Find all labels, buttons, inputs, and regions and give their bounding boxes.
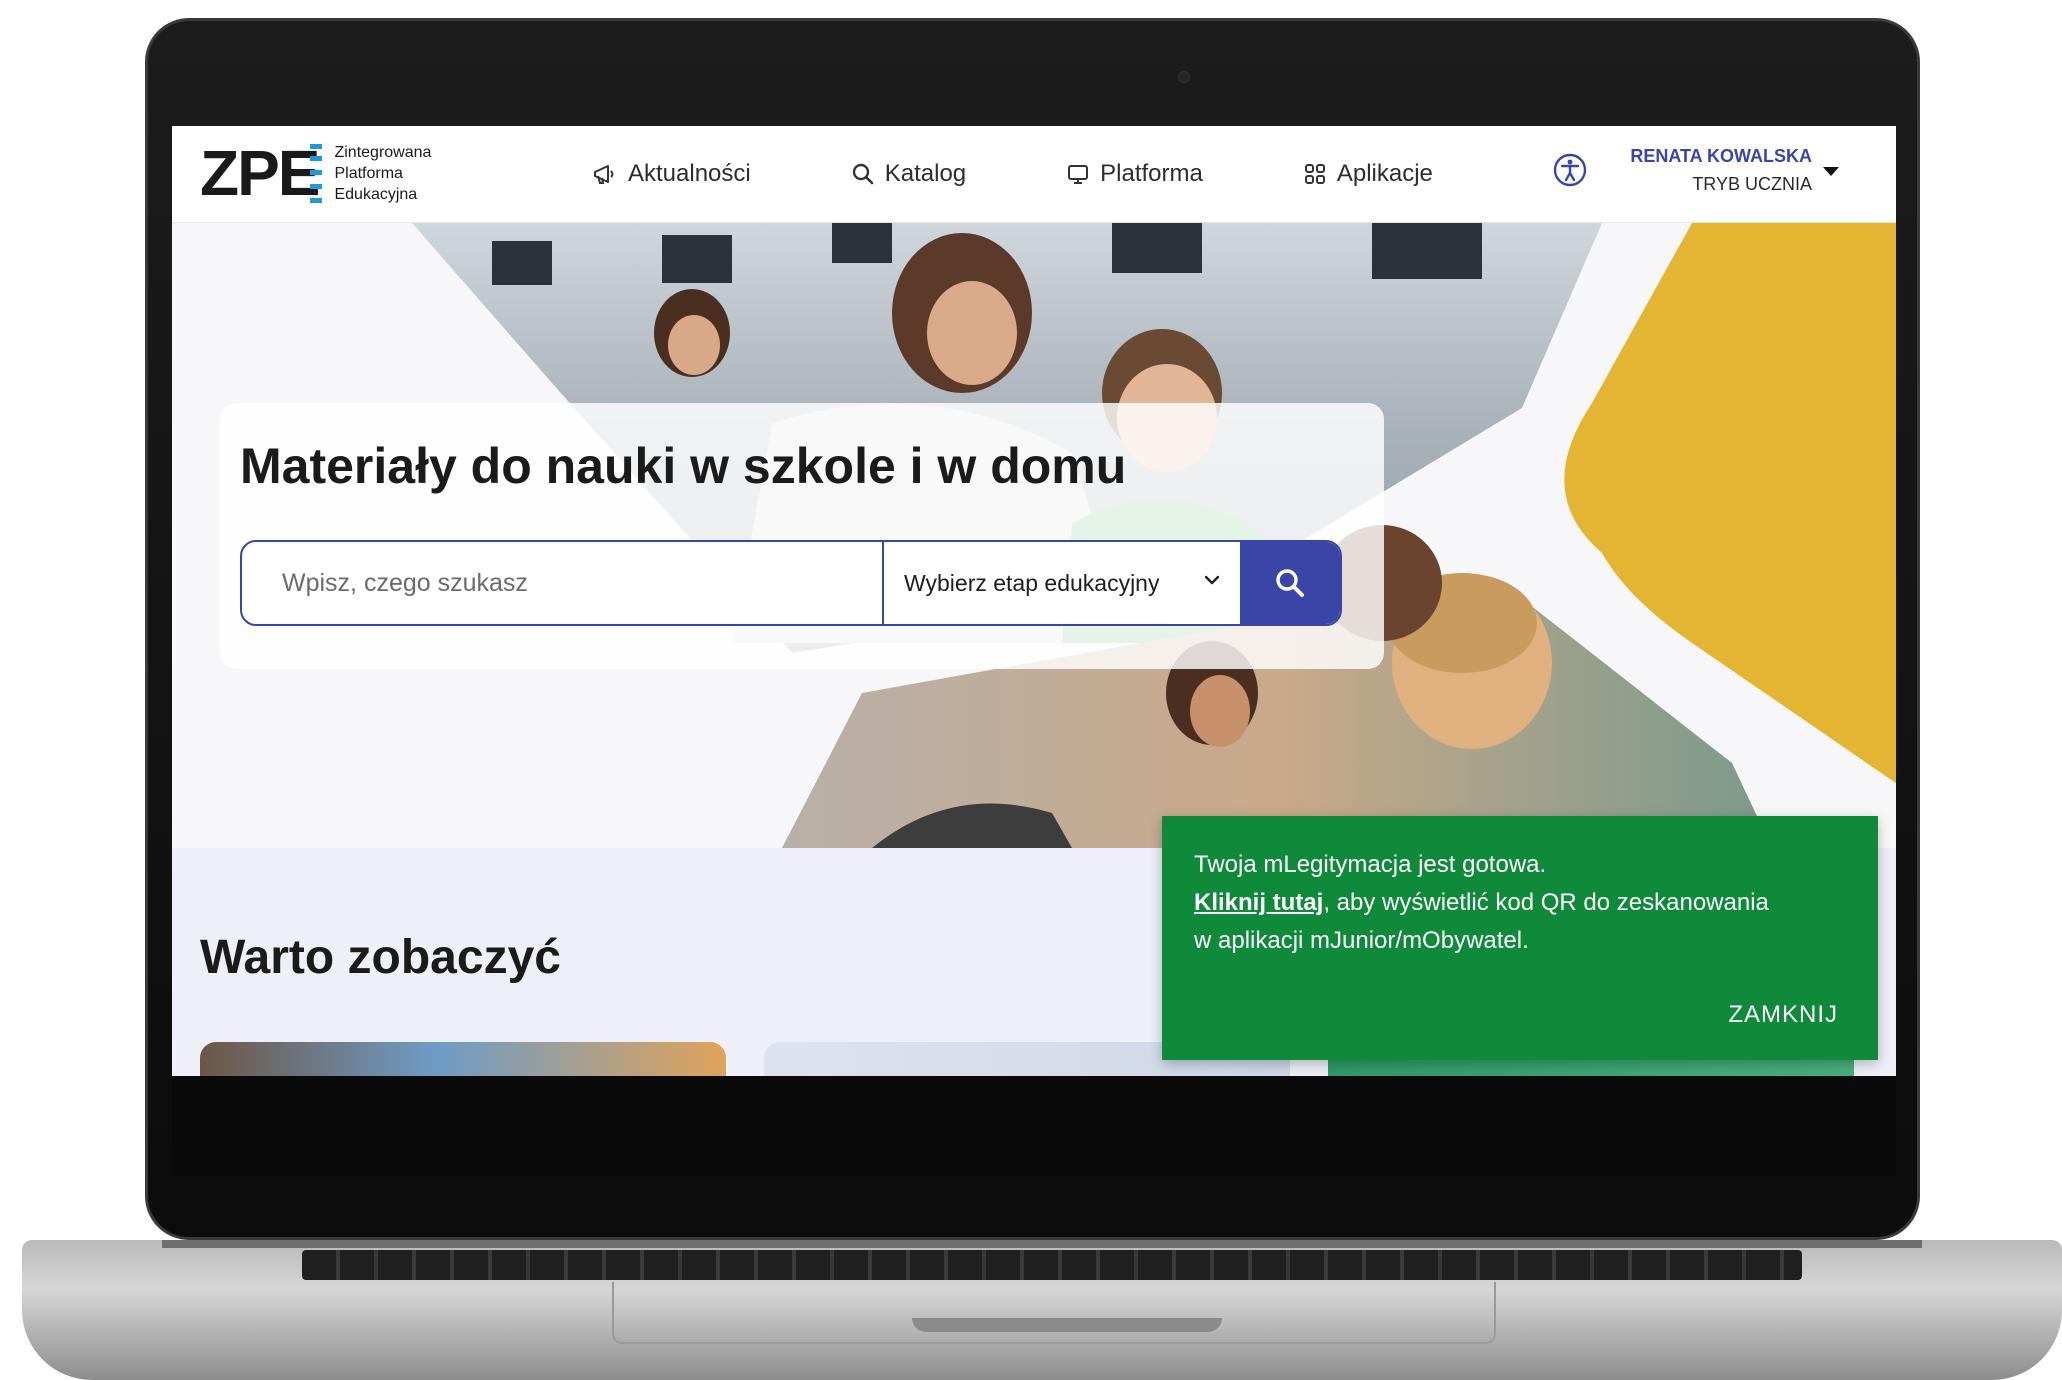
laptop-base [22, 1240, 2062, 1380]
nav-item-katalog[interactable]: Katalog [851, 160, 966, 188]
caret-down-icon[interactable] [1822, 166, 1840, 178]
mlegitymacja-toast: Twoja mLegitymacja jest gotowa. Kliknij … [1162, 816, 1878, 1060]
keyboard [302, 1250, 1802, 1280]
logo-accent-dashes [310, 140, 324, 206]
nav-item-aplikacje[interactable]: Aplikacje [1303, 160, 1433, 188]
search-input[interactable] [242, 542, 882, 624]
hero-banner: Materiały do nauki w szkole i w domu Wyb… [172, 223, 1896, 848]
accessibility-icon [1553, 153, 1587, 187]
search-icon [852, 163, 874, 185]
accessibility-button[interactable] [1552, 152, 1588, 193]
webcam [1178, 71, 1190, 83]
logo-text: Zintegrowana Platforma Edukacyjna [334, 143, 432, 203]
education-stage-select[interactable]: Wybierz etap edukacyjny [882, 542, 1240, 624]
search-bar: Wybierz etap edukacyjny [240, 540, 1342, 626]
user-name: RENATA KOWALSKA [1630, 146, 1812, 166]
education-stage-select-value: Wybierz etap edukacyjny [904, 569, 1160, 596]
search-icon [1276, 569, 1304, 597]
trackpad [612, 1282, 1496, 1344]
nav-item-aktualnosci[interactable]: Aktualności [592, 160, 751, 188]
user-mode: TRYB UCZNIA [1692, 174, 1812, 194]
section-title: Warto zobaczyć [200, 931, 561, 984]
toast-line-1: Twoja mLegitymacja jest gotowa. [1194, 851, 1547, 878]
browser-screen: ZPE Zintegrowana Platforma Edukacyjna Ak… [172, 126, 1896, 1076]
hero-title: Materiały do nauki w szkole i w domu [240, 438, 1127, 494]
site-header: ZPE Zintegrowana Platforma Edukacyjna Ak… [172, 126, 1896, 223]
user-menu[interactable]: RENATA KOWALSKA TRYB UCZNIA [1630, 142, 1812, 198]
chevron-down-icon [1204, 575, 1220, 585]
monitor-icon [1068, 165, 1089, 184]
nav-item-platforma[interactable]: Platforma [1066, 160, 1203, 188]
toast-line-2: Kliknij tutaj, aby wyświetlić kod QR do … [1194, 889, 1769, 916]
toast-line-3: w aplikacji mJunior/mObywatel. [1194, 927, 1529, 954]
apps-grid-icon [1304, 164, 1325, 184]
search-button[interactable] [1240, 542, 1340, 624]
screen-bezel [172, 1076, 1896, 1176]
toast-close-button[interactable]: ZAMKNIJ [1722, 1000, 1844, 1030]
megaphone-icon [594, 165, 614, 184]
main-nav: Aktualności Katalog Platforma Aplikacje [592, 126, 1533, 222]
logo-mark: ZPE [200, 140, 322, 206]
zpe-logo[interactable]: ZPE Zintegrowana Platforma Edukacyjna [200, 140, 431, 206]
featured-card-1[interactable] [200, 1042, 726, 1076]
toast-link[interactable]: Kliknij tutaj [1194, 889, 1323, 916]
